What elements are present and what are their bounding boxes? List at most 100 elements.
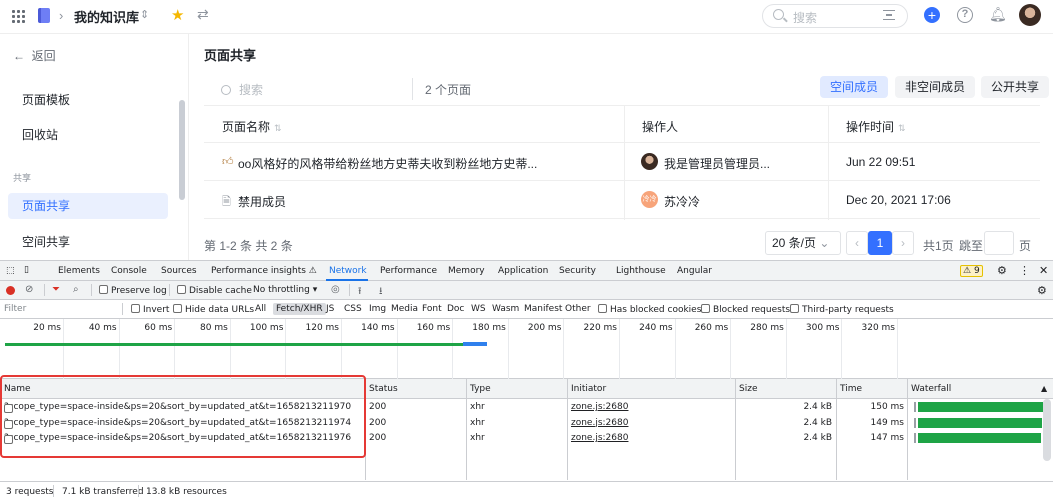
swap-icon[interactable]: ⇄ (197, 6, 209, 23)
preserve-log-checkbox[interactable]: Preserve log (99, 285, 167, 296)
type-filter-doc[interactable]: Doc (447, 304, 464, 314)
bell-icon[interactable]: 🔔︎ (989, 6, 1007, 23)
timeline-gridline (341, 319, 342, 379)
sort-icon: ⇅ (274, 123, 282, 133)
back-link[interactable]: ← 返回 (13, 47, 56, 64)
requests-scrollbar[interactable] (1043, 399, 1051, 461)
global-search-input[interactable]: 搜索 (762, 4, 908, 28)
filter-input[interactable]: Filter (4, 304, 26, 314)
search-icon[interactable]: ⌕ (73, 284, 79, 295)
import-har-icon[interactable]: ⭱ (358, 284, 362, 301)
type-filter-fetch-xhr[interactable]: Fetch/XHR (273, 303, 326, 315)
page-button-current[interactable]: 1 (868, 231, 892, 255)
request-initiator[interactable]: zone.js:2680 (571, 433, 628, 443)
tab-public-share[interactable]: 公开共享 (981, 76, 1050, 98)
help-icon[interactable]: ? (957, 7, 973, 23)
type-filter-font[interactable]: Font (422, 304, 442, 314)
clear-icon[interactable]: ⊘ (25, 284, 33, 295)
sidebar-scrollbar[interactable] (179, 100, 185, 200)
type-filter-css[interactable]: CSS (344, 304, 362, 314)
type-filter-other[interactable]: Other (565, 304, 591, 314)
chevron-updown-icon[interactable]: ⇕ (140, 8, 149, 21)
column-header-time[interactable]: 操作时间 ⇅ (846, 118, 906, 135)
third-party-checkbox[interactable]: Third-party requests (790, 304, 894, 315)
waterfall-bar[interactable] (918, 417, 1042, 428)
warning-badge[interactable]: ⚠ 9 (960, 265, 983, 277)
sort-icon: ⇅ (898, 123, 906, 133)
page-name[interactable]: oo风格好的风格带给粉丝地方史蒂夫收到粉丝地方史蒂... (238, 155, 537, 172)
column-type[interactable]: Type (470, 384, 491, 394)
tab-performance[interactable]: Performance (380, 266, 437, 276)
tab-sources[interactable]: Sources (161, 266, 197, 276)
inspect-icon[interactable]: ⬚ (6, 266, 15, 276)
more-menu-icon[interactable]: ⋮ (1019, 264, 1030, 277)
type-filter-img[interactable]: Img (369, 304, 386, 314)
type-filter-ws[interactable]: WS (471, 304, 486, 314)
timeline-overview[interactable]: 20 ms 40 ms 60 ms 80 ms 100 ms 120 ms 140 ms 16… (0, 319, 1053, 379)
tab-console[interactable]: Console (111, 266, 147, 276)
tab-security[interactable]: Security (559, 266, 596, 276)
column-time[interactable]: Time (840, 384, 862, 394)
invert-checkbox[interactable]: Invert (131, 304, 169, 315)
avatar[interactable] (1019, 4, 1041, 26)
type-filter-js[interactable]: JS (326, 304, 334, 314)
has-blocked-cookies-checkbox[interactable]: Has blocked cookies (598, 304, 701, 315)
export-har-icon[interactable]: ⭳ (379, 284, 383, 301)
hide-data-urls-checkbox[interactable]: Hide data URLs (173, 304, 254, 315)
sidebar-item-recycle[interactable]: 回收站 (8, 122, 168, 148)
grid-icon[interactable] (12, 10, 25, 23)
tab-network[interactable]: Network (329, 266, 367, 276)
tab-non-space-members[interactable]: 非空间成员 (895, 76, 976, 98)
column-status[interactable]: Status (369, 384, 398, 394)
request-status: 200 (369, 417, 387, 428)
tab-space-members[interactable]: 空间成员 (820, 76, 889, 98)
type-filter-manifest[interactable]: Manifest (524, 304, 562, 314)
type-filter-wasm[interactable]: Wasm (492, 304, 519, 314)
sidebar-item-templates[interactable]: 页面模板 (8, 87, 168, 113)
gear-icon[interactable]: ⚙ (997, 264, 1007, 277)
waterfall-bar[interactable] (918, 402, 1043, 412)
filter-icon[interactable] (883, 10, 895, 20)
request-status: 200 (369, 402, 387, 412)
prev-page-button[interactable]: ‹ (846, 231, 868, 255)
page-search-input[interactable]: 搜索 (221, 81, 263, 98)
tab-lighthouse[interactable]: Lighthouse (616, 266, 666, 276)
sort-up-icon[interactable]: ▲ (1041, 384, 1047, 393)
network-conditions-icon[interactable]: ◎ (331, 284, 340, 295)
column-initiator[interactable]: Initiator (571, 384, 606, 394)
disable-cache-checkbox[interactable]: Disable cache (177, 285, 252, 296)
plus-icon[interactable]: + (924, 7, 940, 23)
star-icon[interactable]: ★ (171, 6, 184, 24)
device-toolbar-icon[interactable]: ▯ (24, 265, 29, 275)
table-row[interactable]: 🗎 禁用成员 冷冷 苏冷冷 Dec 20, 2021 17:06 (204, 181, 1040, 219)
type-filter-all[interactable]: All (255, 304, 266, 314)
close-icon[interactable]: ✕ (1039, 264, 1048, 277)
column-size[interactable]: Size (739, 384, 757, 394)
record-icon[interactable] (6, 286, 15, 295)
next-page-button[interactable]: › (892, 231, 914, 255)
tab-memory[interactable]: Memory (448, 266, 485, 276)
table-row[interactable]: 👍︎ oo风格好的风格带给粉丝地方史蒂夫收到粉丝地方史蒂... 我是管理员管理员… (204, 143, 1040, 181)
network-settings-icon[interactable]: ⚙ (1037, 284, 1047, 297)
column-header-name[interactable]: 页面名称 ⇅ (222, 118, 282, 135)
filter-icon[interactable]: ⏷ (52, 284, 60, 295)
tab-performance-insights[interactable]: Performance insights ⚠ (211, 266, 317, 276)
timeline-tick-label: 40 ms (88, 323, 117, 333)
page-name[interactable]: 禁用成员 (238, 193, 286, 210)
column-waterfall[interactable]: Waterfall (911, 384, 951, 394)
page-size-select[interactable]: 20 条/页 ⌄ (765, 231, 841, 255)
sidebar-item-page-share[interactable]: 页面共享 (8, 193, 168, 219)
tab-elements[interactable]: Elements (58, 266, 100, 276)
blocked-requests-checkbox[interactable]: Blocked requests (701, 304, 790, 315)
tab-application[interactable]: Application (498, 266, 548, 276)
request-initiator[interactable]: zone.js:2680 (571, 418, 628, 428)
throttling-select[interactable]: No throttling ▾ (253, 285, 317, 295)
type-filter-media[interactable]: Media (391, 304, 418, 314)
tab-angular[interactable]: Angular (677, 266, 712, 276)
jump-page-input[interactable] (984, 231, 1014, 255)
request-size: 2.4 kB (803, 433, 832, 443)
waterfall-bar[interactable] (918, 433, 1041, 443)
request-initiator[interactable]: zone.js:2680 (571, 402, 628, 412)
sidebar-item-space-share[interactable]: 空间共享 (8, 229, 168, 255)
library-title[interactable]: 我的知识库 (74, 7, 139, 26)
